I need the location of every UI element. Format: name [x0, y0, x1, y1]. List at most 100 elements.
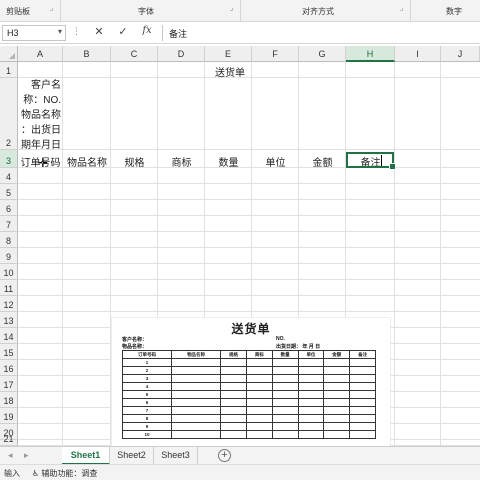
add-sheet-button[interactable]: +	[218, 449, 231, 462]
picture-table-cell	[349, 358, 376, 367]
ribbon-group-labels: 剪贴板 ⌟ 字体 ⌟ 对齐方式 ⌟ 数字	[0, 0, 480, 22]
picture-table-cell: 9	[121, 422, 173, 431]
row-gridline	[18, 247, 480, 248]
picture-table-header: 数量	[271, 350, 299, 359]
column-header-H[interactable]: H	[346, 46, 395, 62]
cell-G3[interactable]: 金额	[299, 154, 346, 169]
cell-A2-line: 称：NO.	[23, 95, 61, 106]
picture-table-cell	[245, 390, 273, 399]
more-options-icon[interactable]: ⋮	[72, 26, 81, 37]
row-header-8[interactable]: 8	[0, 232, 18, 248]
accessibility-status[interactable]: ♿ 辅助功能：调查	[32, 468, 97, 479]
cell-F3[interactable]: 单位	[252, 154, 299, 169]
cell-A2-line: 期年月日	[21, 140, 61, 151]
column-header-I[interactable]: I	[395, 46, 441, 62]
picture-table-cell	[245, 398, 273, 407]
tab-sheet2[interactable]: Sheet2	[110, 447, 154, 465]
picture-item-label: 物品名称：	[122, 344, 148, 350]
scroll-right-icon[interactable]: ▸	[24, 450, 29, 461]
column-header-D[interactable]: D	[158, 46, 205, 62]
row-header-10[interactable]: 10	[0, 264, 18, 280]
picture-table-cell	[297, 430, 325, 439]
cell-B3[interactable]: 物品名称	[63, 154, 111, 169]
picture-table-cell	[349, 374, 376, 383]
picture-table-header: 订单号码	[121, 350, 173, 359]
row-header-11[interactable]: 11	[0, 280, 18, 296]
scroll-left-icon[interactable]: ◂	[8, 450, 13, 461]
tab-sheet3[interactable]: Sheet3	[154, 447, 198, 465]
delivery-note-picture[interactable]: 送货单 客户名称： 物品名称： NO. 出货日期： 年 月 日 订单号码 物品名称…	[112, 318, 390, 446]
picture-table-cell	[323, 374, 351, 383]
select-all-corner[interactable]	[0, 46, 18, 62]
clipboard-launcher-icon[interactable]: ⌟	[50, 4, 53, 12]
name-box[interactable]: H3 ▾	[2, 25, 66, 41]
row-header-2[interactable]: 2	[0, 78, 18, 150]
picture-table-cell	[220, 398, 247, 407]
row-header-12[interactable]: 12	[0, 296, 18, 312]
font-launcher-icon[interactable]: ⌟	[230, 4, 233, 12]
row-header-19[interactable]: 19	[0, 408, 18, 424]
column-header-E[interactable]: E	[205, 46, 252, 62]
cell-E3[interactable]: 数量	[205, 154, 252, 169]
picture-table-cell	[271, 390, 299, 399]
ribbon-separator	[410, 0, 411, 22]
insert-function-icon[interactable]: fx	[140, 25, 154, 36]
row-header-15[interactable]: 15	[0, 344, 18, 360]
accessibility-label: 辅助功能：调查	[41, 469, 98, 478]
picture-table-cell: 7	[121, 406, 173, 415]
tab-sheet1[interactable]: Sheet1	[62, 447, 110, 465]
column-gridline	[440, 62, 441, 446]
picture-table-cell	[220, 414, 247, 423]
picture-no-label: NO.	[276, 336, 285, 342]
picture-table-cell	[171, 430, 222, 439]
cell-D3[interactable]: 商标	[158, 154, 205, 169]
ribbon-group-font: 字体	[138, 7, 154, 16]
picture-table-cell: 6	[121, 398, 173, 407]
column-header-C[interactable]: C	[111, 46, 158, 62]
picture-table-cell	[349, 398, 376, 407]
picture-table-cell: 2	[121, 366, 173, 375]
picture-table-cell	[297, 382, 325, 391]
column-header-G[interactable]: G	[299, 46, 346, 62]
row-header-14[interactable]: 14	[0, 328, 18, 344]
row-header-6[interactable]: 6	[0, 200, 18, 216]
cell-A2[interactable]: 客户名 称：NO. 物品名称 ：出货日 期年月日	[18, 78, 63, 153]
chevron-down-icon[interactable]: ▾	[58, 27, 62, 36]
picture-table-cell	[171, 366, 222, 375]
picture-table-row: 6	[121, 398, 376, 407]
picture-table-cell	[323, 406, 351, 415]
row-header-13[interactable]: 13	[0, 312, 18, 328]
picture-table-cell	[171, 390, 222, 399]
cell-C3[interactable]: 规格	[111, 154, 158, 169]
cell-A2-line: 客户名	[31, 80, 61, 91]
row-header-17[interactable]: 17	[0, 376, 18, 392]
row-header-5[interactable]: 5	[0, 184, 18, 200]
row-header-7[interactable]: 7	[0, 216, 18, 232]
cell-E1[interactable]: 送货单	[206, 64, 254, 79]
row-header-9[interactable]: 9	[0, 248, 18, 264]
active-cell-H3[interactable]	[346, 152, 396, 170]
row-header-4[interactable]: 4	[0, 168, 18, 184]
alignment-launcher-icon[interactable]: ⌟	[400, 4, 403, 12]
cell-cursor-icon: ✛	[38, 156, 49, 170]
row-header-3[interactable]: 3	[0, 150, 18, 168]
row-header-18[interactable]: 18	[0, 392, 18, 408]
row-header-1[interactable]: 1	[0, 62, 18, 78]
picture-table-row: 8	[121, 414, 376, 423]
picture-table-cell	[349, 390, 376, 399]
formula-input[interactable]: 备注	[162, 25, 478, 41]
column-header-A[interactable]: A	[18, 46, 63, 62]
picture-table-cell	[245, 430, 273, 439]
column-header-F[interactable]: F	[252, 46, 299, 62]
enter-check-icon[interactable]: ✓	[116, 25, 130, 38]
picture-table-cell	[220, 374, 247, 383]
cancel-icon[interactable]: ✕	[92, 25, 106, 38]
row-gridline	[18, 215, 480, 216]
picture-table: 订单号码 物品名称 规格 商标 数量 单位 金额 备注 1 2 3 4 5 6 7 8 9 10	[121, 350, 376, 439]
picture-table-cell: 1	[121, 358, 173, 367]
column-header-B[interactable]: B	[63, 46, 111, 62]
picture-table-cell	[349, 414, 376, 423]
row-header-16[interactable]: 16	[0, 360, 18, 376]
row-gridline	[18, 199, 480, 200]
column-header-J[interactable]: J	[441, 46, 480, 62]
